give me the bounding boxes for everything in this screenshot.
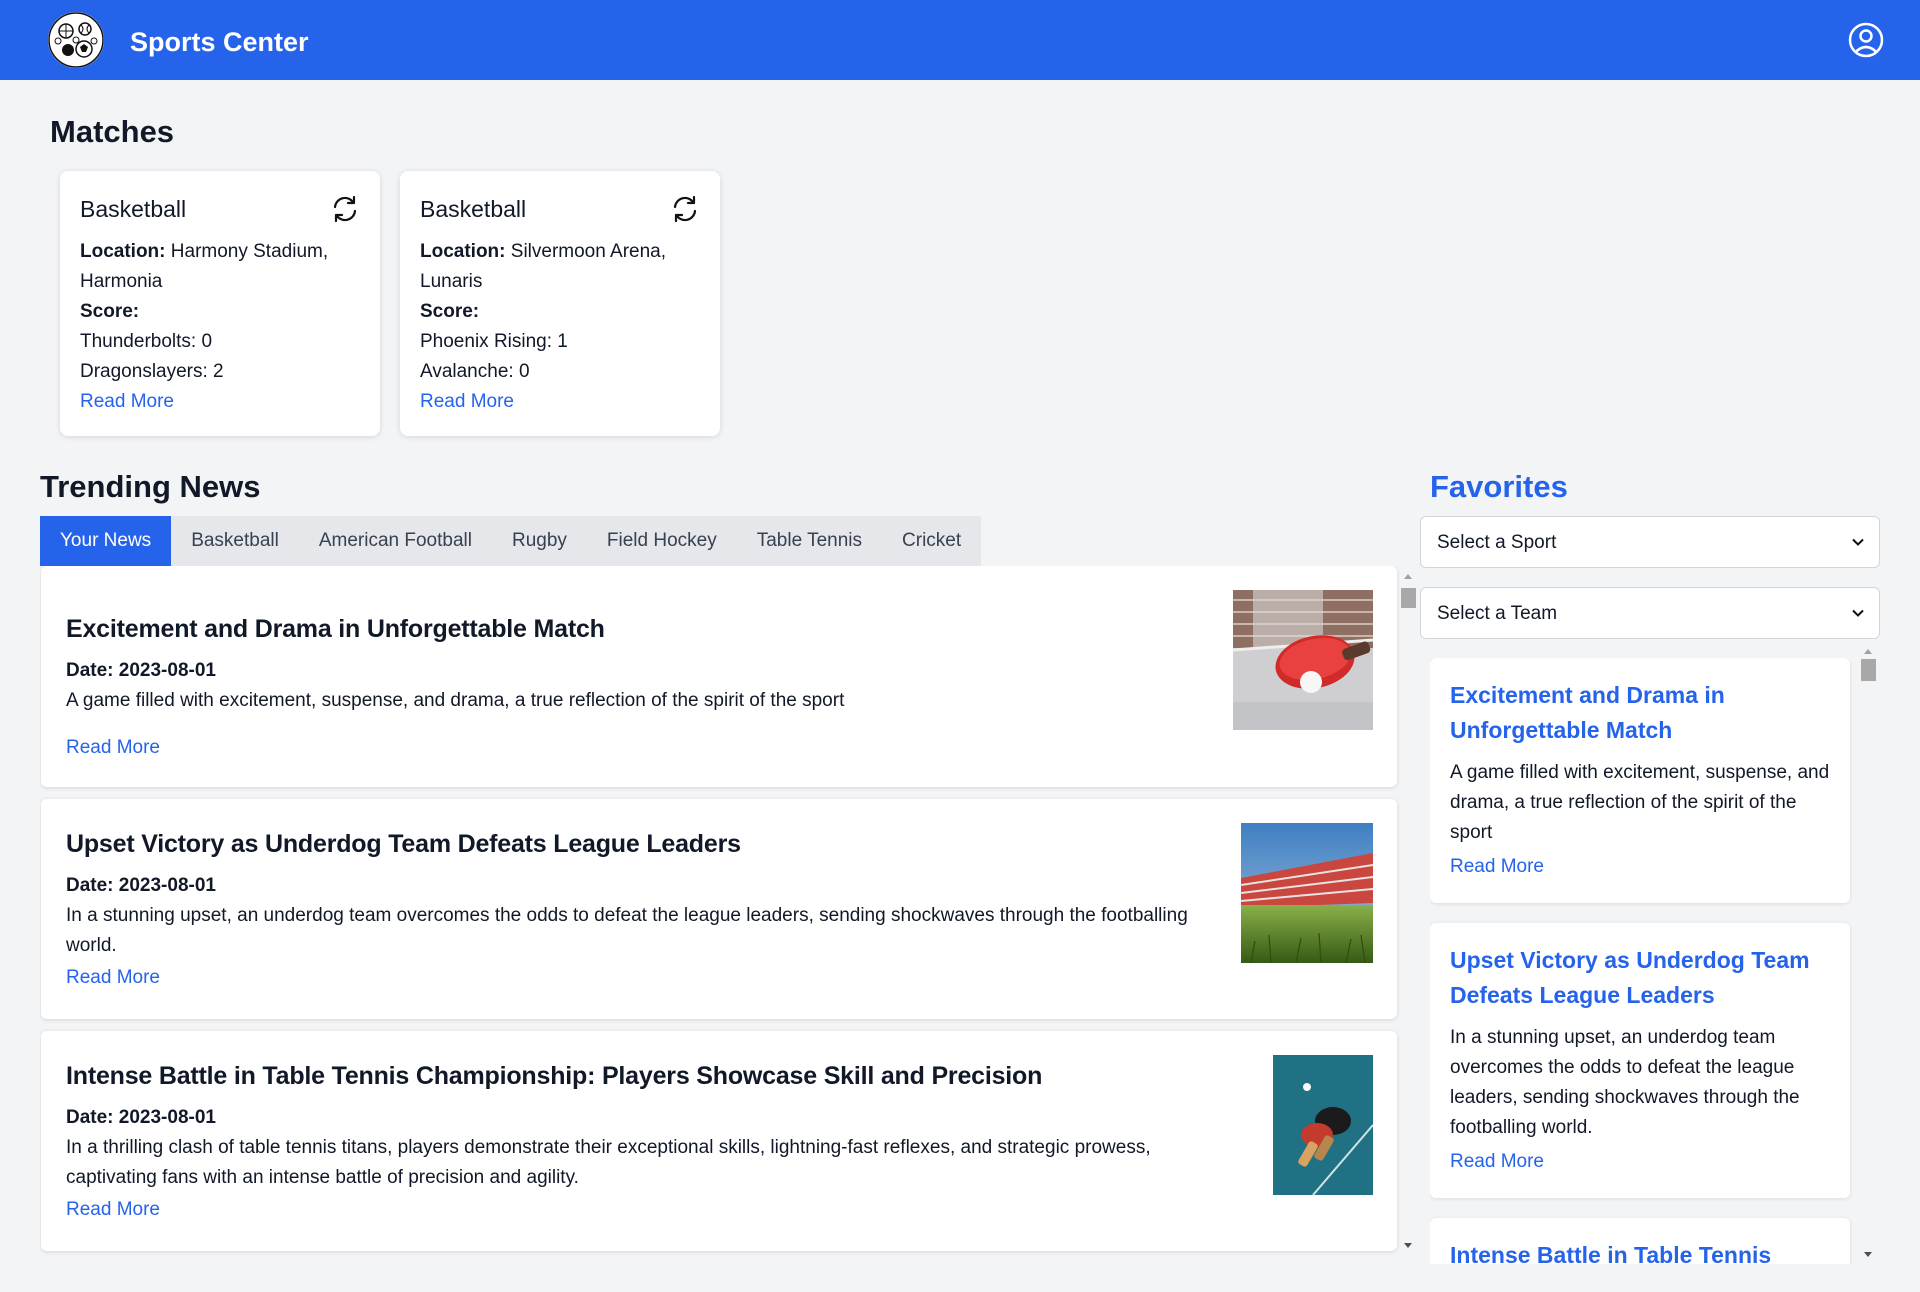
scroll-up-arrow-icon[interactable]	[1404, 574, 1412, 579]
news-read-more-link[interactable]: Read More	[66, 733, 160, 763]
favorite-article-card: Excitement and Drama in Unforgettable Ma…	[1430, 658, 1850, 903]
trending-news-heading: Trending News	[40, 469, 261, 504]
scroll-down-arrow-icon[interactable]	[1864, 1252, 1872, 1257]
match-sport: Basketball	[80, 196, 187, 222]
favorites-scrollbar[interactable]	[1860, 643, 1876, 1263]
news-article-title[interactable]: Upset Victory as Underdog Team Defeats L…	[66, 827, 741, 861]
favorite-article-title[interactable]: Intense Battle in Table Tennis	[1450, 1238, 1830, 1264]
favorite-article-title[interactable]: Excitement and Drama in Unforgettable Ma…	[1450, 678, 1830, 748]
news-article-title[interactable]: Intense Battle in Table Tennis Champions…	[66, 1059, 1042, 1093]
favorites-list: Excitement and Drama in Unforgettable Ma…	[1430, 658, 1880, 1264]
match-sport: Basketball	[420, 196, 527, 222]
news-article-date: Date: 2023-08-01	[66, 660, 216, 681]
news-scrollbar[interactable]	[1400, 568, 1416, 1254]
user-circle-icon[interactable]	[1846, 20, 1886, 60]
news-read-more-link[interactable]: Read More	[66, 1195, 160, 1225]
news-article-card: Upset Victory as Underdog Team Defeats L…	[41, 799, 1397, 1019]
favorite-read-more-link[interactable]: Read More	[1450, 1147, 1544, 1177]
favorite-article-card: Intense Battle in Table Tennis	[1430, 1218, 1850, 1264]
news-list: Excitement and Drama in Unforgettable Ma…	[40, 566, 1413, 1256]
table-tennis-table-image	[1273, 1055, 1373, 1195]
news-article-date: Date: 2023-08-01	[66, 875, 216, 896]
refresh-icon[interactable]	[670, 194, 700, 224]
top-bar: Sports Center	[0, 0, 1920, 80]
tab-your-news[interactable]: Your News	[40, 516, 172, 566]
match-location: Location: Harmony Stadium,	[80, 241, 329, 262]
match-team1-score: Phoenix Rising: 1	[420, 331, 568, 352]
chevron-down-icon	[1852, 609, 1864, 617]
match-read-more-link[interactable]: Read More	[80, 387, 174, 417]
ping-pong-paddle-image	[1233, 590, 1373, 730]
match-location-city: Lunaris	[420, 271, 483, 292]
favorite-article-summary: In a stunning upset, an underdog team ov…	[1450, 1027, 1800, 1138]
match-score-label: Score:	[420, 301, 480, 322]
news-article-card: Excitement and Drama in Unforgettable Ma…	[41, 566, 1397, 787]
match-location: Location: Silvermoon Arena,	[420, 241, 667, 262]
news-article-title[interactable]: Excitement and Drama in Unforgettable Ma…	[66, 612, 605, 646]
match-team1-score: Thunderbolts: 0	[80, 331, 213, 352]
favorite-article-card: Upset Victory as Underdog Team Defeats L…	[1430, 923, 1850, 1198]
match-score-label: Score:	[80, 301, 140, 322]
sport-select[interactable]: Select a Sport	[1420, 516, 1880, 568]
match-read-more-link[interactable]: Read More	[420, 387, 514, 417]
chevron-down-icon	[1852, 538, 1864, 546]
scroll-up-arrow-icon[interactable]	[1864, 649, 1872, 654]
news-read-more-link[interactable]: Read More	[66, 963, 160, 993]
news-article-summary: In a thrilling clash of table tennis tit…	[66, 1137, 1151, 1188]
match-team2-score: Avalanche: 0	[420, 361, 530, 382]
scroll-down-arrow-icon[interactable]	[1404, 1243, 1412, 1248]
favorite-article-summary: A game filled with excitement, suspense,…	[1450, 762, 1830, 843]
tab-cricket[interactable]: Cricket	[882, 516, 981, 566]
news-article-summary: A game filled with excitement, suspense,…	[66, 690, 845, 711]
tab-table-tennis[interactable]: Table Tennis	[737, 516, 882, 566]
team-select-value: Select a Team	[1437, 603, 1558, 624]
scrollbar-thumb[interactable]	[1861, 659, 1876, 681]
refresh-icon[interactable]	[330, 194, 360, 224]
sports-balls-logo-icon[interactable]	[48, 12, 104, 68]
tab-basketball[interactable]: Basketball	[171, 516, 299, 566]
favorite-article-title[interactable]: Upset Victory as Underdog Team Defeats L…	[1450, 943, 1830, 1013]
tab-rugby[interactable]: Rugby	[492, 516, 587, 566]
match-card: Basketball Location: Harmony Stadium, Ha…	[60, 171, 380, 436]
tab-field-hockey[interactable]: Field Hockey	[587, 516, 737, 566]
tab-american-football[interactable]: American Football	[299, 516, 492, 566]
news-category-tabs: Your News Basketball American Football R…	[40, 516, 982, 566]
match-location-city: Harmonia	[80, 271, 163, 292]
sport-select-value: Select a Sport	[1437, 532, 1557, 553]
match-team2-score: Dragonslayers: 2	[80, 361, 224, 382]
matches-heading: Matches	[50, 114, 175, 149]
favorite-read-more-link[interactable]: Read More	[1450, 852, 1544, 882]
news-article-date: Date: 2023-08-01	[66, 1107, 216, 1128]
brand-title[interactable]: Sports Center	[130, 24, 309, 60]
news-article-card: Intense Battle in Table Tennis Champions…	[41, 1031, 1397, 1251]
scrollbar-thumb[interactable]	[1401, 588, 1416, 608]
team-select[interactable]: Select a Team	[1420, 587, 1880, 639]
favorites-heading: Favorites	[1430, 469, 1568, 504]
stadium-grass-image	[1241, 823, 1373, 963]
match-card: Basketball Location: Silvermoon Arena, L…	[400, 171, 720, 436]
news-article-summary: In a stunning upset, an underdog team ov…	[66, 905, 1188, 956]
